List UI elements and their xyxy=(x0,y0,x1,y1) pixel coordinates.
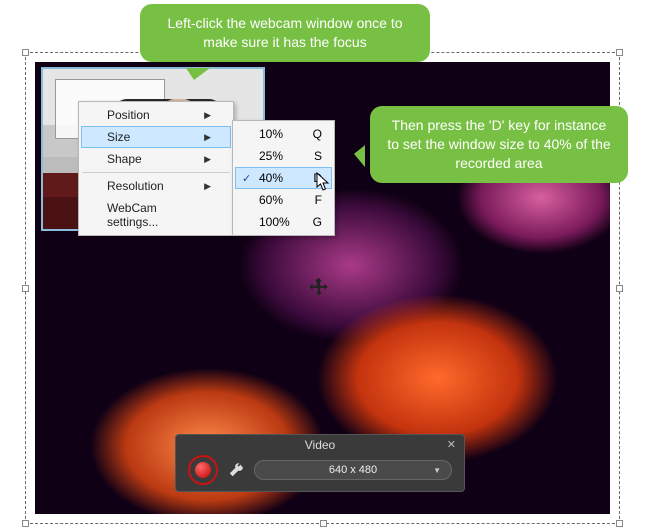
context-menu: Position ▶ Size ▶ Shape ▶ Resolution ▶ W… xyxy=(78,101,234,236)
menu-item-label: Shape xyxy=(107,152,142,166)
settings-icon[interactable] xyxy=(228,462,244,478)
menu-item-shape[interactable]: Shape ▶ xyxy=(81,148,231,170)
callout-keypress: Then press the 'D' key for instance to s… xyxy=(370,106,628,183)
size-key: S xyxy=(314,149,322,163)
resolution-dropdown[interactable]: 640 x 480 ▼ xyxy=(254,460,452,480)
size-option-100[interactable]: 100% G xyxy=(235,211,332,233)
callout-text: Left-click the webcam window once to mak… xyxy=(168,15,403,50)
menu-item-label: Position xyxy=(107,108,150,122)
size-submenu: 10% Q 25% S ✓ 40% D 60% F 100% G xyxy=(232,120,335,236)
size-option-10[interactable]: 10% Q xyxy=(235,123,332,145)
callout-text: Then press the 'D' key for instance to s… xyxy=(387,117,610,171)
resolution-label: 640 x 480 xyxy=(329,464,377,476)
menu-item-label: Size xyxy=(107,130,130,144)
resize-handle[interactable] xyxy=(22,520,29,527)
resize-handle[interactable] xyxy=(616,285,623,292)
submenu-arrow-icon: ▶ xyxy=(204,181,211,192)
move-icon[interactable] xyxy=(306,276,332,302)
callout-focus: Left-click the webcam window once to mak… xyxy=(140,4,430,62)
submenu-arrow-icon: ▶ xyxy=(204,154,211,165)
size-key: Q xyxy=(313,127,322,141)
size-key: D xyxy=(313,171,322,185)
menu-item-label: Resolution xyxy=(107,179,164,193)
resize-handle[interactable] xyxy=(616,520,623,527)
menu-item-position[interactable]: Position ▶ xyxy=(81,104,231,126)
resize-handle[interactable] xyxy=(22,49,29,56)
size-pct: 10% xyxy=(259,127,283,141)
size-pct: 60% xyxy=(259,193,283,207)
submenu-arrow-icon: ▶ xyxy=(204,110,211,121)
size-pct: 40% xyxy=(259,171,283,185)
resize-handle[interactable] xyxy=(320,520,327,527)
resize-handle[interactable] xyxy=(616,49,623,56)
size-option-25[interactable]: 25% S xyxy=(235,145,332,167)
size-key: F xyxy=(315,193,322,207)
resize-handle[interactable] xyxy=(22,285,29,292)
size-key: G xyxy=(313,215,322,229)
size-option-40[interactable]: ✓ 40% D xyxy=(235,167,332,189)
record-icon xyxy=(195,462,211,478)
size-option-60[interactable]: 60% F xyxy=(235,189,332,211)
check-icon: ✓ xyxy=(242,172,251,185)
video-toolbar[interactable]: Video ✕ 640 x 480 ▼ xyxy=(175,434,465,492)
menu-item-size[interactable]: Size ▶ xyxy=(81,126,231,148)
menu-separator xyxy=(82,172,230,173)
video-title: Video xyxy=(176,435,464,455)
caret-down-icon: ▼ xyxy=(433,466,441,475)
menu-item-webcam-settings[interactable]: WebCam settings... xyxy=(81,197,231,233)
record-button[interactable] xyxy=(188,455,218,485)
size-pct: 25% xyxy=(259,149,283,163)
size-pct: 100% xyxy=(259,215,290,229)
menu-item-resolution[interactable]: Resolution ▶ xyxy=(81,175,231,197)
close-icon[interactable]: ✕ xyxy=(447,438,456,451)
menu-item-label: WebCam settings... xyxy=(107,201,211,229)
submenu-arrow-icon: ▶ xyxy=(204,132,211,143)
